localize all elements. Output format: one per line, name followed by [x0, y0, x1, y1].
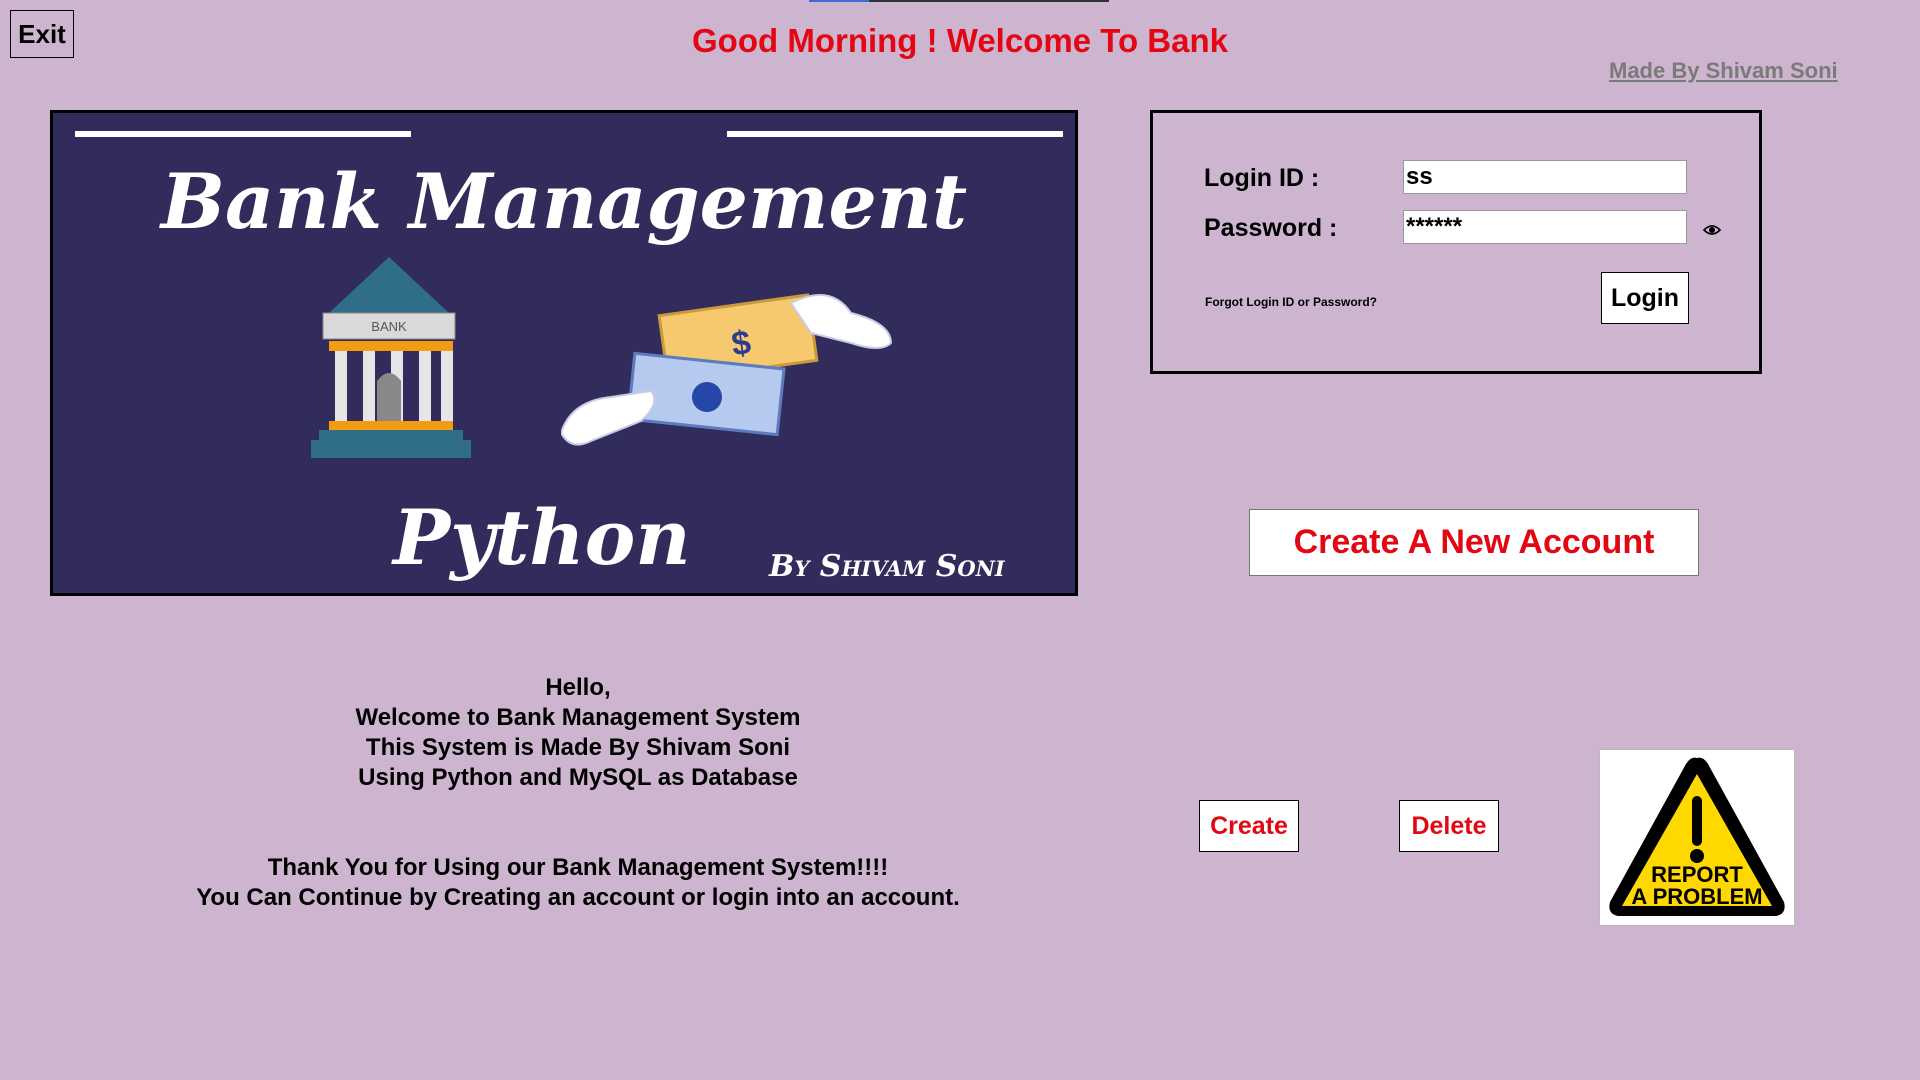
bank-management-banner: Bank Management BANK $ Python By Shivam … — [50, 110, 1078, 596]
forgot-credentials-link[interactable]: Forgot Login ID or Password? — [1205, 295, 1377, 309]
report-text-line2: A PROBLEM — [1631, 884, 1762, 909]
made-by-link[interactable]: Made By Shivam Soni — [1609, 58, 1838, 84]
eye-icon[interactable] — [1703, 221, 1721, 239]
welcome-line: This System is Made By Shivam Soni — [365, 734, 791, 761]
banner-author: By Shivam Soni — [769, 549, 1005, 584]
thanks-line: You Can Continue by Creating an account … — [196, 884, 960, 911]
report-problem-button[interactable]: REPORT A PROBLEM — [1599, 749, 1795, 926]
top-indicator — [809, 0, 1109, 2]
banner-decor-bar-left — [75, 131, 411, 137]
login-button[interactable]: Login — [1601, 272, 1689, 324]
login-id-label: Login ID : — [1204, 164, 1320, 192]
banner-title: Bank Management — [160, 157, 968, 246]
thanks-line: Thank You for Using our Bank Management … — [267, 854, 889, 881]
banner-subtitle: Python — [393, 493, 691, 582]
login-panel: Login ID : ss Password : ****** Forgot L… — [1150, 110, 1762, 374]
bank-sign-text: BANK — [371, 319, 407, 334]
welcome-line: Using Python and MySQL as Database — [358, 764, 798, 791]
greeting-title: Good Morning ! Welcome To Bank — [692, 22, 1228, 59]
welcome-line: Hello, — [545, 674, 611, 701]
banner-decor-bar-right — [727, 131, 1063, 137]
warning-triangle-icon: REPORT A PROBLEM — [1609, 757, 1785, 916]
password-label: Password : — [1204, 214, 1338, 242]
bank-building-icon: BANK — [311, 257, 471, 458]
welcome-line: Welcome to Bank Management System — [355, 704, 801, 731]
create-button[interactable]: Create — [1199, 800, 1299, 852]
money-exchange-icon: $ — [561, 293, 893, 446]
delete-button[interactable]: Delete — [1399, 800, 1499, 852]
login-id-input[interactable]: ss — [1403, 160, 1687, 194]
create-new-account-button[interactable]: Create A New Account — [1249, 509, 1699, 576]
password-input[interactable]: ****** — [1403, 210, 1687, 244]
